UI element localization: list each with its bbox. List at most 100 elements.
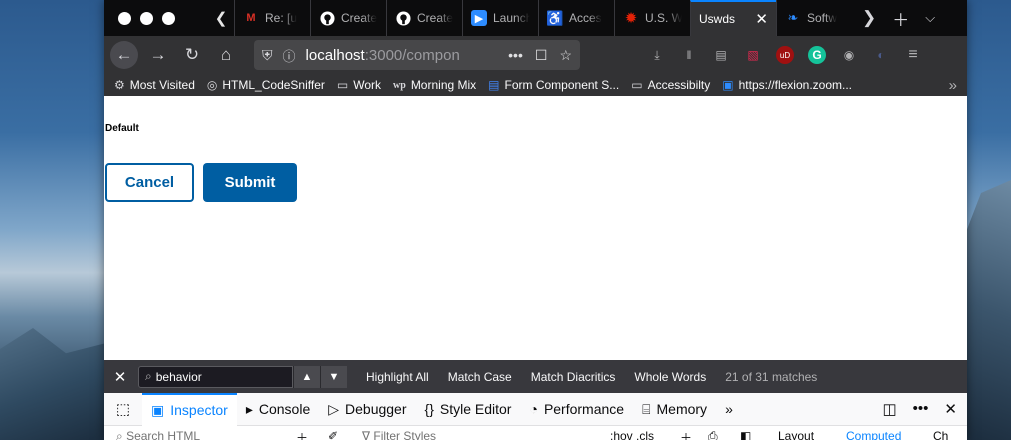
hov-cls-toggle[interactable]: :hov .cls bbox=[610, 429, 654, 440]
flexion-icon: ❧ bbox=[787, 10, 799, 25]
bookmarks-overflow-icon[interactable]: » bbox=[949, 77, 957, 94]
print-simulation-icon[interactable]: ⎙ bbox=[708, 429, 718, 440]
minimize-window-button[interactable] bbox=[140, 11, 153, 25]
browser-tab[interactable]: Create bbox=[386, 0, 462, 36]
grammarly-icon[interactable]: G bbox=[808, 46, 826, 64]
whole-words-toggle[interactable]: Whole Words bbox=[634, 370, 706, 384]
tab-layout[interactable]: Layout bbox=[778, 429, 814, 440]
dock-icon[interactable]: ◫ bbox=[882, 400, 896, 418]
ublock-icon[interactable]: uD bbox=[776, 46, 794, 64]
bookmark-label: HTML_CodeSniffer bbox=[222, 78, 325, 92]
sidebar-icon[interactable]: ▤ bbox=[712, 46, 730, 64]
tab-performance[interactable]: ◔ Performance bbox=[520, 393, 633, 426]
site-info-icon[interactable]: ⓘ bbox=[283, 46, 296, 65]
bookmark-item[interactable]: wp Morning Mix bbox=[393, 78, 476, 92]
forward-icon[interactable]: → bbox=[144, 41, 172, 69]
find-previous-icon[interactable]: ▲ bbox=[293, 365, 320, 388]
browser-tab[interactable]: ▶ Launch bbox=[462, 0, 538, 36]
tab-changes[interactable]: Ch bbox=[933, 429, 948, 440]
folder-icon: ▭ bbox=[631, 78, 643, 92]
browser-tab-active[interactable]: Uswds ✕ bbox=[690, 0, 776, 36]
tab-label: Performance bbox=[543, 401, 625, 417]
url-text[interactable]: localhost:3000/compon bbox=[306, 47, 492, 64]
split-panel-icon[interactable]: ◧ bbox=[740, 429, 751, 440]
find-next-icon[interactable]: ▼ bbox=[320, 365, 347, 388]
close-devtools-icon[interactable]: ✕ bbox=[944, 400, 957, 418]
url-actions: ••• ☐ ☆ bbox=[508, 47, 572, 64]
close-tab-icon[interactable]: ✕ bbox=[755, 10, 768, 28]
library-icon[interactable]: ‖ bbox=[680, 46, 698, 64]
inspector-icon: ▣ bbox=[151, 401, 165, 418]
reload-icon[interactable]: ↻ bbox=[178, 41, 206, 69]
browser-window: ❮ M Re: [u Create Create ▶ Launch ♿ Acce… bbox=[104, 0, 967, 440]
search-html-input[interactable]: ⌕ Search HTML bbox=[116, 429, 200, 440]
find-input[interactable]: ⌕ behavior bbox=[138, 365, 293, 388]
tabs-scroll-right-icon[interactable]: ❯ bbox=[862, 8, 876, 28]
browser-tab[interactable]: ❧ Softw bbox=[776, 0, 852, 36]
browser-tab[interactable]: Create bbox=[310, 0, 386, 36]
home-icon[interactable]: ⌂ bbox=[212, 41, 240, 69]
tab-style-editor[interactable]: {} Style Editor bbox=[416, 393, 521, 426]
bookmark-item[interactable]: ▣ https://flexion.zoom... bbox=[722, 78, 852, 92]
submit-button[interactable]: Submit bbox=[203, 163, 297, 202]
performance-icon: ◔ bbox=[529, 401, 538, 417]
account-icon[interactable]: ◉ bbox=[840, 46, 858, 64]
tab-label: Create bbox=[417, 11, 454, 25]
folder-icon: ▭ bbox=[336, 78, 349, 92]
filter-styles-placeholder: Filter Styles bbox=[373, 429, 437, 440]
extension-icon[interactable]: ◐ bbox=[872, 46, 890, 64]
match-diacritics-toggle[interactable]: Match Diacritics bbox=[531, 370, 616, 384]
filter-styles-input[interactable]: ∇ Filter Styles bbox=[362, 429, 436, 440]
cancel-button[interactable]: Cancel bbox=[105, 163, 194, 202]
tracking-shield-icon[interactable]: ⛨ bbox=[262, 47, 273, 64]
browser-tab[interactable]: M Re: [u bbox=[234, 0, 310, 36]
navigation-toolbar: ← → ↻ ⌂ ⛨ ⓘ localhost:3000/compon ••• ☐ … bbox=[104, 36, 967, 74]
devtools-right-controls: ◫ ••• ✕ bbox=[882, 400, 967, 418]
bookmarks-bar: ⚙ Most Visited ◎ HTML_CodeSniffer ▭ Work wp… bbox=[104, 74, 967, 96]
devtools-menu-icon[interactable]: ••• bbox=[913, 400, 929, 418]
docs-icon: ▤ bbox=[488, 78, 500, 92]
element-picker-icon[interactable]: ⬚ bbox=[104, 400, 142, 418]
tab-inspector[interactable]: ▣ Inspector bbox=[142, 392, 237, 426]
tab-debugger[interactable]: ▷ Debugger bbox=[319, 393, 415, 426]
bookmark-item[interactable]: ◎ HTML_CodeSniffer bbox=[207, 78, 325, 92]
tab-label: Inspector bbox=[170, 402, 228, 418]
url-bar[interactable]: ⛨ ⓘ localhost:3000/compon ••• ☐ ☆ bbox=[254, 40, 580, 70]
screenshot-extension-icon[interactable]: ▧ bbox=[744, 46, 762, 64]
bookmark-item[interactable]: ▭ Work bbox=[337, 78, 381, 92]
bookmark-label: Morning Mix bbox=[410, 78, 477, 92]
downloads-icon[interactable]: ⤓ bbox=[648, 46, 666, 64]
desktop-wallpaper-left bbox=[0, 328, 110, 440]
style-editor-icon: {} bbox=[424, 401, 434, 417]
browser-tab[interactable]: ♿ Acces bbox=[538, 0, 614, 36]
browser-tab[interactable]: ✹ U.S. W bbox=[614, 0, 690, 36]
tab-console[interactable]: ▸ Console bbox=[237, 393, 319, 426]
devtools-overflow-icon[interactable]: » bbox=[716, 393, 742, 426]
page-actions-icon[interactable]: ••• bbox=[508, 47, 523, 63]
highlight-all-toggle[interactable]: Highlight All bbox=[366, 370, 429, 384]
list-tabs-icon[interactable]: ⌵ bbox=[925, 10, 935, 26]
menu-icon[interactable]: ≡ bbox=[904, 46, 922, 64]
add-node-icon[interactable]: ＋ bbox=[296, 429, 308, 440]
gear-icon: ⚙ bbox=[114, 78, 125, 92]
zoom-icon: ▣ bbox=[722, 78, 734, 92]
new-tab-icon[interactable]: ＋ bbox=[892, 6, 909, 31]
pocket-icon[interactable]: ☐ bbox=[535, 47, 548, 64]
tabs-scroll-left-icon[interactable]: ❮ bbox=[208, 0, 234, 36]
tab-computed[interactable]: Computed bbox=[846, 429, 901, 440]
back-icon[interactable]: ← bbox=[110, 41, 138, 69]
add-rule-icon[interactable]: ＋ bbox=[680, 429, 692, 440]
match-case-toggle[interactable]: Match Case bbox=[448, 370, 512, 384]
pick-color-icon[interactable]: ✐ bbox=[328, 429, 338, 440]
devtools-toolbar: ⬚ ▣ Inspector ▸ Console ▷ Debugger {} Style … bbox=[104, 392, 967, 426]
maximize-window-button[interactable] bbox=[162, 11, 175, 25]
close-window-button[interactable] bbox=[118, 11, 131, 25]
close-find-bar-icon[interactable]: ✕ bbox=[104, 368, 136, 386]
bookmark-star-icon[interactable]: ☆ bbox=[559, 47, 572, 64]
devtools-subbar: ⌕ Search HTML ＋ ✐ ∇ Filter Styles :hov .… bbox=[104, 426, 967, 440]
bookmark-item[interactable]: ▭ Accessibilty bbox=[631, 78, 710, 92]
bookmark-item[interactable]: ▤ Form Component S... bbox=[488, 78, 619, 92]
section-label: Default bbox=[105, 123, 139, 134]
bookmark-item[interactable]: ⚙ Most Visited bbox=[114, 78, 195, 92]
tab-memory[interactable]: ⌸ Memory bbox=[633, 393, 716, 426]
